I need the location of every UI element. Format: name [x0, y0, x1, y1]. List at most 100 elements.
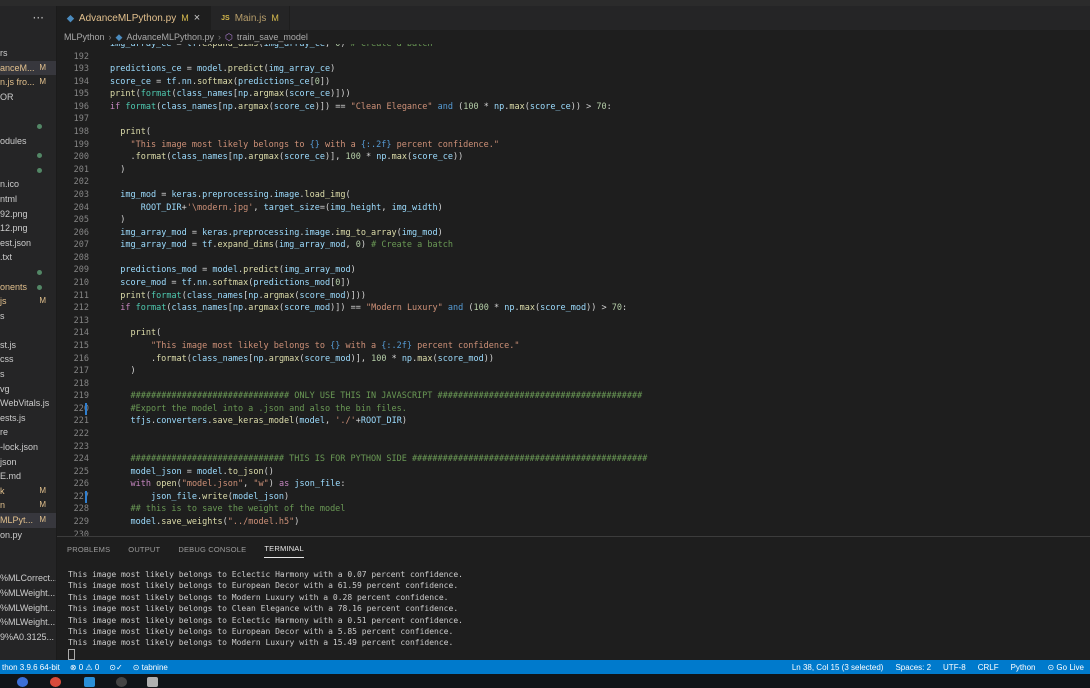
- file-tree-item[interactable]: %MLWeight...: [0, 601, 56, 616]
- encoding[interactable]: UTF-8: [943, 663, 966, 672]
- code-line[interactable]: with open("model.json", "w") as json_fil…: [110, 478, 345, 491]
- file-tree-item[interactable]: %MLWeight...: [0, 615, 56, 630]
- file-tree-item[interactable]: WebVitals.js: [0, 396, 56, 411]
- code-line[interactable]: print(: [110, 327, 161, 340]
- code-line[interactable]: ): [110, 214, 125, 227]
- close-tab-icon[interactable]: ×: [194, 12, 200, 24]
- file-tree-item[interactable]: rs: [0, 46, 56, 61]
- panel-tab-output[interactable]: OUTPUT: [128, 541, 160, 558]
- cursor-position[interactable]: Ln 38, Col 15 (3 selected): [792, 663, 884, 672]
- file-tree-item[interactable]: %MLWeight...: [0, 586, 56, 601]
- code-line[interactable]: predictions_mod = model.predict(img_arra…: [110, 264, 355, 277]
- python-interpreter[interactable]: thon 3.9.6 64-bit: [2, 663, 60, 672]
- code-line[interactable]: predictions_ce = model.predict(img_array…: [110, 63, 335, 76]
- code-line[interactable]: print(: [110, 126, 151, 139]
- file-tree-item[interactable]: ntml: [0, 192, 56, 207]
- code-line[interactable]: img_array_mod = tf.expand_dims(img_array…: [110, 239, 453, 252]
- file-tree-item[interactable]: ests.js: [0, 411, 56, 426]
- panel-tab-debug-console[interactable]: DEBUG CONSOLE: [178, 541, 246, 558]
- file-tree-item[interactable]: 9%A0.3125...: [0, 630, 56, 645]
- file-tree-item[interactable]: [0, 323, 56, 338]
- code-line[interactable]: tfjs.converters.save_keras_model(model, …: [110, 415, 406, 428]
- code-line[interactable]: img_array_mod = keras.preprocessing.imag…: [110, 227, 442, 240]
- code-line[interactable]: "This image most likely belongs to {} wi…: [110, 139, 499, 152]
- file-tree-item[interactable]: odules: [0, 134, 56, 149]
- file-tree-item[interactable]: 92.png: [0, 207, 56, 222]
- file-tree-item[interactable]: js M: [0, 294, 56, 309]
- editor-tab[interactable]: ◆ AdvanceMLPython.py M ×: [57, 6, 212, 30]
- problems-count[interactable]: ⊗ 0 ⚠ 0: [70, 663, 99, 672]
- go-live-button[interactable]: ⊙ Go Live: [1048, 663, 1085, 672]
- file-tree-item[interactable]: E.md: [0, 469, 56, 484]
- code-line[interactable]: .format(class_names[np.argmax(score_ce)]…: [110, 151, 463, 164]
- code-line[interactable]: model.save_weights("../model.h5"): [110, 516, 299, 529]
- code-line[interactable]: json_file.write(model_json): [110, 491, 289, 504]
- file-tree-item[interactable]: %MLCorrect...: [0, 571, 56, 586]
- file-tree-item[interactable]: n.ico: [0, 177, 56, 192]
- code-line[interactable]: model_json = model.to_json(): [110, 466, 273, 479]
- file-tree-item[interactable]: [0, 557, 56, 572]
- more-actions-icon[interactable]: ···: [33, 11, 44, 25]
- file-tree-item[interactable]: [0, 542, 56, 557]
- code-line[interactable]: ROOT_DIR+'\modern.jpg', target_size=(img…: [110, 202, 443, 215]
- file-tree-item[interactable]: est.json: [0, 236, 56, 251]
- code-line[interactable]: img_array_ce = tf.expand_dims(img_array_…: [110, 44, 433, 51]
- file-tree-item[interactable]: [0, 148, 56, 163]
- code-line[interactable]: if format(class_names[np.argmax(score_mo…: [110, 302, 627, 315]
- terminal-output[interactable]: This image most likely belongs to Eclect…: [68, 569, 463, 649]
- code-line[interactable]: ############################### ONLY USE…: [110, 390, 642, 403]
- file-tree-item[interactable]: 12.png: [0, 221, 56, 236]
- file-tree-item[interactable]: nM: [0, 498, 56, 513]
- code-line[interactable]: print(format(class_names[np.argmax(score…: [110, 88, 351, 101]
- file-tree-item[interactable]: anceM... M: [0, 60, 56, 76]
- code-line[interactable]: score_ce = tf.nn.softmax(predictions_ce[…: [110, 76, 330, 89]
- tabnine-status[interactable]: ⊙ tabnine: [133, 663, 168, 672]
- file-tree-item[interactable]: [0, 163, 56, 178]
- code-line[interactable]: #Export the model into a .json and also …: [110, 403, 406, 416]
- file-tree-item[interactable]: .txt: [0, 250, 56, 265]
- file-tree-item[interactable]: json: [0, 455, 56, 470]
- code-line[interactable]: ): [110, 365, 135, 378]
- app-icon[interactable]: [147, 677, 158, 687]
- editor-tab[interactable]: JS Main.js M: [211, 6, 290, 30]
- file-tree-item[interactable]: s: [0, 367, 56, 382]
- language-mode[interactable]: Python: [1011, 663, 1036, 672]
- code-line[interactable]: print(format(class_names[np.argmax(score…: [110, 290, 366, 303]
- code-line[interactable]: score_mod = tf.nn.softmax(predictions_mo…: [110, 277, 350, 290]
- vscode-icon[interactable]: [84, 677, 95, 687]
- breadcrumb-folder[interactable]: MLPython: [64, 32, 105, 42]
- file-tree-item[interactable]: [0, 265, 56, 280]
- chrome-icon[interactable]: [50, 677, 61, 687]
- file-tree-item[interactable]: -lock.json: [0, 440, 56, 455]
- app-icon[interactable]: [17, 677, 28, 687]
- file-tree-item[interactable]: n.js fro... M: [0, 75, 56, 90]
- file-tree-item[interactable]: st.js: [0, 338, 56, 353]
- file-tree-item[interactable]: on.py: [0, 528, 56, 543]
- file-tree-item[interactable]: [0, 104, 56, 119]
- file-tree-item[interactable]: MLPyt... M: [0, 513, 56, 528]
- tabnine-check-icon[interactable]: ⊙✓: [109, 663, 122, 672]
- app-icon[interactable]: [116, 677, 127, 687]
- panel-tab-problems[interactable]: PROBLEMS: [67, 541, 110, 558]
- indentation[interactable]: Spaces: 2: [895, 663, 931, 672]
- code-editor[interactable]: img_array_ce = tf.expand_dims(img_array_…: [57, 44, 1090, 536]
- code-line[interactable]: ## this is to save the weight of the mod…: [110, 503, 345, 516]
- file-tree-item[interactable]: css: [0, 352, 56, 367]
- code-line[interactable]: ############################## THIS IS F…: [110, 453, 647, 466]
- panel-tab-terminal[interactable]: TERMINAL: [264, 540, 304, 558]
- code-line[interactable]: img_mod = keras.preprocessing.image.load…: [110, 189, 350, 202]
- code-line[interactable]: .format(class_names[np.argmax(score_mod)…: [110, 353, 494, 366]
- code-line[interactable]: if format(class_names[np.argmax(score_ce…: [110, 101, 612, 114]
- file-tree-item[interactable]: re: [0, 425, 56, 440]
- file-tree-item[interactable]: vg: [0, 382, 56, 397]
- file-tree-item[interactable]: OR: [0, 90, 56, 105]
- code-line[interactable]: "This image most likely belongs to {} wi…: [110, 340, 520, 353]
- breadcrumb-symbol[interactable]: train_save_model: [237, 32, 308, 42]
- code-line[interactable]: ): [110, 164, 125, 177]
- line-ending[interactable]: CRLF: [978, 663, 999, 672]
- file-tree-item[interactable]: onents: [0, 280, 56, 295]
- file-tree-item[interactable]: kM: [0, 484, 56, 499]
- file-tree-item[interactable]: s: [0, 309, 56, 324]
- breadcrumb-file[interactable]: AdvanceMLPython.py: [126, 32, 214, 42]
- file-tree-item[interactable]: [0, 119, 56, 134]
